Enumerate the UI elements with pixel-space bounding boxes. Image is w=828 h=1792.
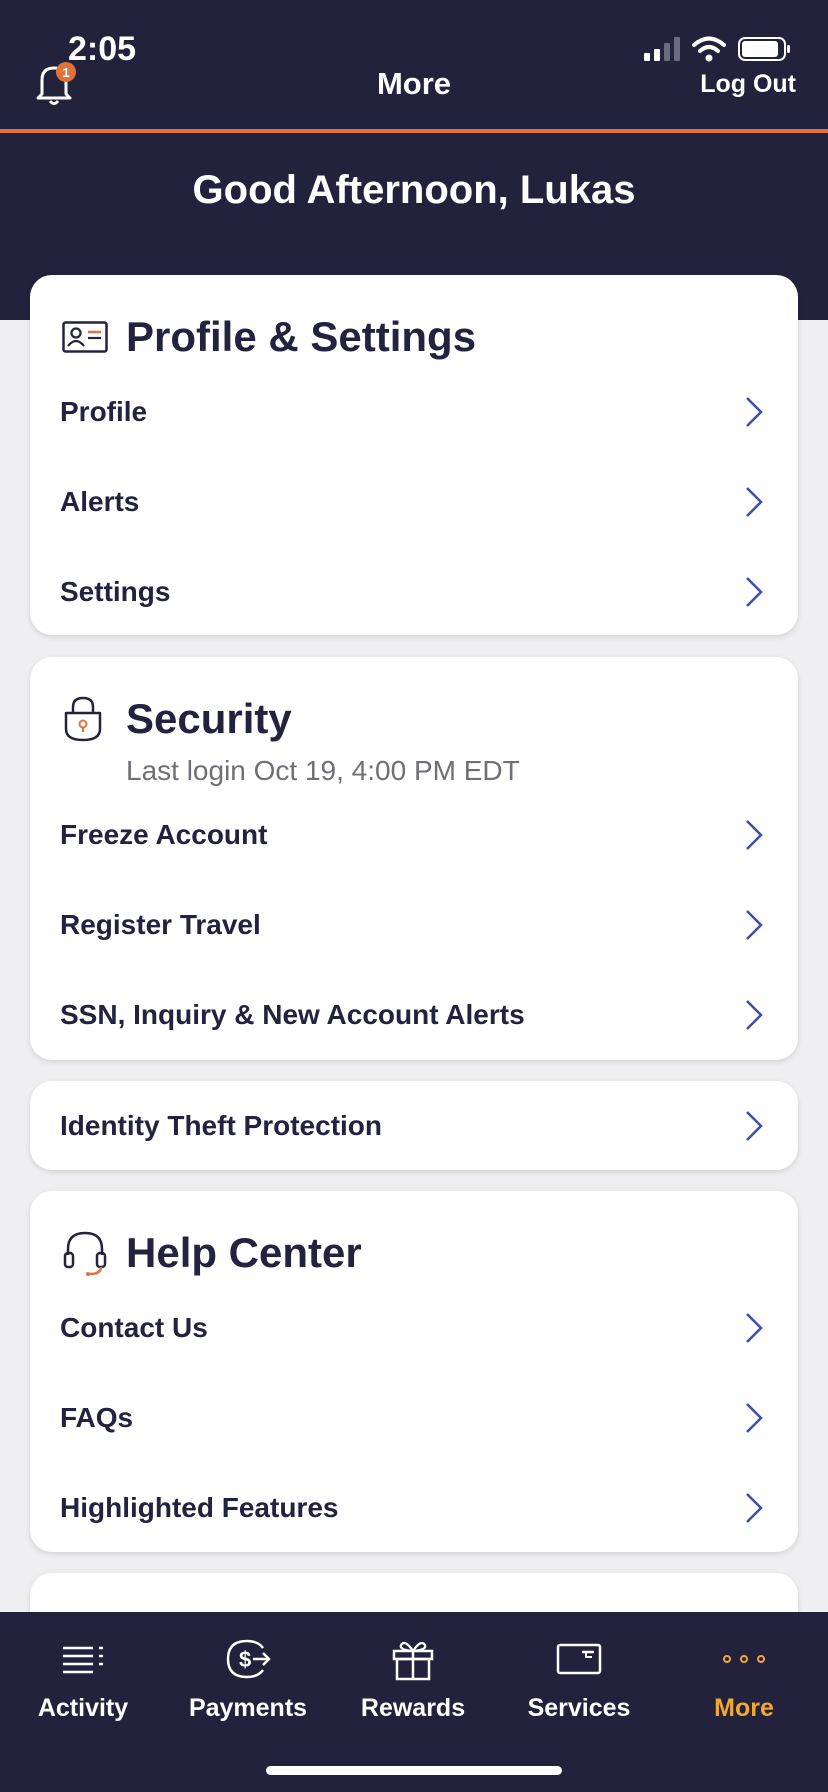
chevron-right-icon xyxy=(746,1111,763,1141)
tab-payments[interactable]: $ Payments xyxy=(165,1612,331,1742)
bottom-tab-bar: Activity $ Payments Rewards Services Mor… xyxy=(0,1612,828,1792)
menu-item-label: Freeze Account xyxy=(60,819,268,850)
menu-item-settings[interactable]: Settings xyxy=(30,547,798,637)
menu-item-label: Highlighted Features xyxy=(60,1492,339,1523)
menu-item-identity-theft-protection[interactable]: Identity Theft Protection xyxy=(30,1081,798,1171)
status-icons xyxy=(644,36,792,62)
tab-label: Rewards xyxy=(360,1694,466,1722)
menu-item-label: Settings xyxy=(60,576,171,607)
menu-item-label: Contact Us xyxy=(60,1312,208,1343)
chevron-right-icon xyxy=(746,1493,763,1523)
menu-item-alerts[interactable]: Alerts xyxy=(30,457,798,547)
svg-text:$: $ xyxy=(239,1647,251,1672)
profile-settings-card: Profile & Settings Profile Alerts Settin… xyxy=(30,275,798,635)
menu-item-label: FAQs xyxy=(60,1402,134,1433)
battery-icon xyxy=(738,36,792,62)
payments-icon: $ xyxy=(225,1636,271,1682)
last-login-text: Last login Oct 19, 4:00 PM EDT xyxy=(126,755,520,786)
help-center-title: Help Center xyxy=(126,1229,362,1276)
chevron-right-icon xyxy=(746,820,763,850)
tab-label: Activity xyxy=(37,1694,129,1722)
chevron-right-icon xyxy=(746,577,763,607)
menu-item-label: Profile xyxy=(60,396,148,427)
menu-item-register-travel[interactable]: Register Travel xyxy=(30,880,798,970)
identity-theft-card: Identity Theft Protection xyxy=(30,1081,798,1170)
logout-button[interactable]: Log Out xyxy=(700,70,796,99)
tab-label: Services xyxy=(527,1694,631,1722)
menu-item-label: Register Travel xyxy=(60,909,261,940)
chevron-right-icon xyxy=(746,1403,763,1433)
menu-item-profile[interactable]: Profile xyxy=(30,367,798,457)
status-time: 2:05 xyxy=(68,30,137,68)
help-center-card: Help Center Contact Us FAQs Highlighted … xyxy=(30,1191,798,1552)
tab-activity[interactable]: Activity xyxy=(0,1612,166,1742)
card-icon xyxy=(556,1636,602,1682)
gift-icon xyxy=(391,1636,435,1682)
more-dots-icon xyxy=(721,1636,767,1682)
menu-item-label: Alerts xyxy=(60,486,140,517)
home-indicator xyxy=(266,1766,562,1775)
signal-icon xyxy=(644,37,680,61)
tab-rewards[interactable]: Rewards xyxy=(330,1612,496,1742)
tab-label: More xyxy=(714,1694,774,1722)
id-card-icon xyxy=(62,321,108,358)
chevron-right-icon xyxy=(746,397,763,427)
menu-item-ssn-alerts[interactable]: SSN, Inquiry & New Account Alerts xyxy=(30,970,798,1060)
profile-settings-title: Profile & Settings xyxy=(126,313,477,360)
tab-label: Payments xyxy=(188,1694,308,1722)
wifi-icon xyxy=(692,36,726,62)
menu-item-faqs[interactable]: FAQs xyxy=(30,1373,798,1463)
menu-item-freeze-account[interactable]: Freeze Account xyxy=(30,790,798,880)
chevron-right-icon xyxy=(746,910,763,940)
header-divider xyxy=(0,129,828,133)
menu-item-highlighted-features[interactable]: Highlighted Features xyxy=(30,1463,798,1553)
activity-icon xyxy=(61,1636,105,1682)
header: 2:05 1 More Log Out Good Afternoon, Luka… xyxy=(0,0,828,320)
security-title: Security xyxy=(126,695,292,742)
greeting: Good Afternoon, Lukas xyxy=(192,168,636,212)
menu-item-label: SSN, Inquiry & New Account Alerts xyxy=(60,999,525,1030)
headset-icon xyxy=(62,1229,108,1282)
tab-more[interactable]: More xyxy=(661,1612,827,1742)
chevron-right-icon xyxy=(746,1000,763,1030)
chevron-right-icon xyxy=(746,487,763,517)
security-card: Security Last login Oct 19, 4:00 PM EDT … xyxy=(30,657,798,1060)
tab-services[interactable]: Services xyxy=(496,1612,662,1742)
menu-item-label: Identity Theft Protection xyxy=(60,1110,382,1141)
menu-item-contact-us[interactable]: Contact Us xyxy=(30,1283,798,1373)
lock-icon xyxy=(62,695,104,748)
chevron-right-icon xyxy=(746,1313,763,1343)
